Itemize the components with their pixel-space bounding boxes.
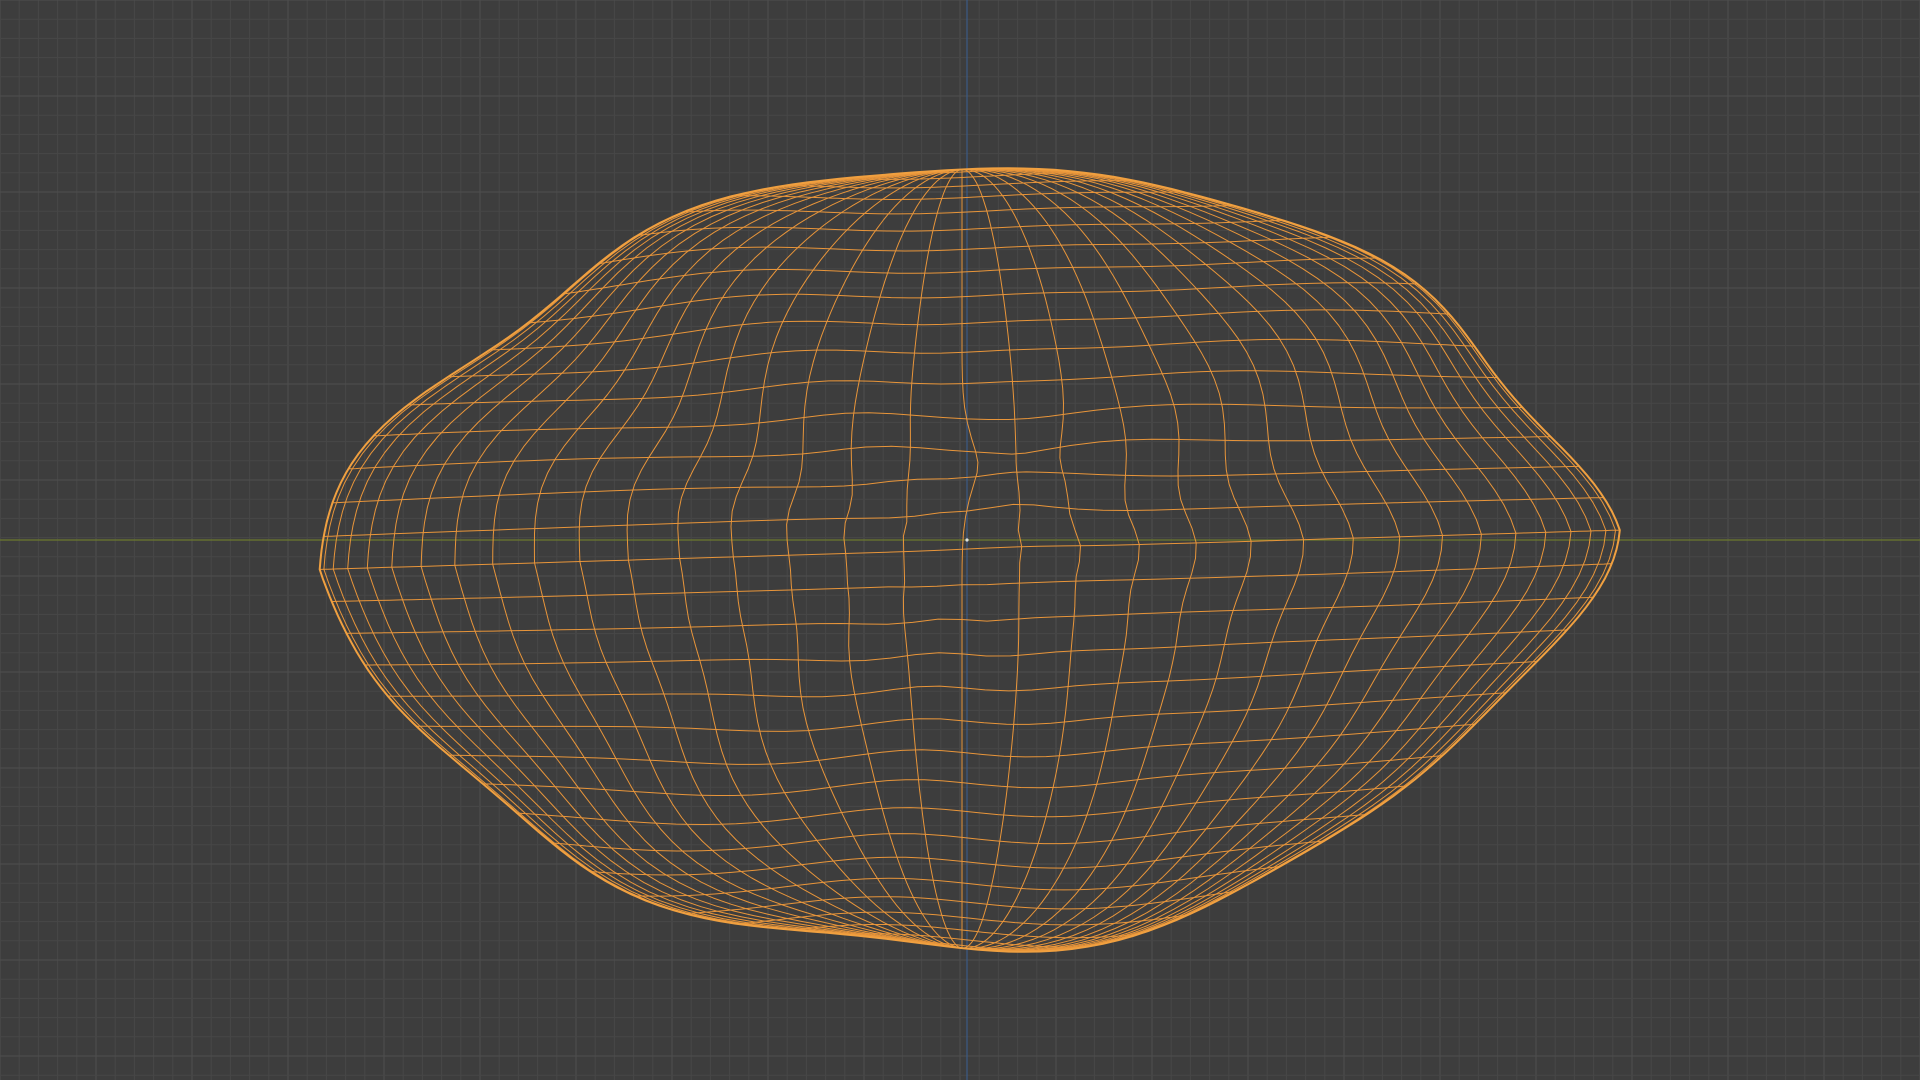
mesh-edge-loop	[961, 168, 1517, 952]
mesh-edge-loop	[682, 205, 1234, 215]
mesh-edge-loop	[902, 169, 963, 949]
mesh-edge-loop	[786, 169, 963, 949]
mesh-edge-loop	[961, 167, 1616, 953]
mesh-edge-loop	[961, 168, 1252, 950]
mesh-edge-loop	[533, 169, 963, 949]
mesh-edge-loop	[527, 282, 1418, 324]
mesh-edge-loop	[454, 169, 963, 949]
mesh-edge-loop	[551, 814, 1367, 852]
mesh-edge-loop	[407, 370, 1498, 406]
mesh-edge-loop	[364, 629, 1568, 666]
mesh-edge-loop	[319, 169, 963, 949]
mesh-edge-loop	[319, 529, 1620, 570]
mesh-edge-loop	[961, 167, 1621, 953]
3d-viewport[interactable]	[0, 0, 1920, 1080]
mesh-edge-loop	[448, 338, 1475, 378]
mesh-edge-loop	[332, 465, 1580, 504]
object-origin-dot	[965, 538, 969, 542]
mesh-edge-loop	[961, 169, 1023, 949]
mesh-edge-loop	[961, 168, 1482, 952]
mesh-edge-loop	[331, 563, 1612, 602]
mesh-edge-loop	[562, 257, 1379, 295]
mesh-edge-loop	[346, 596, 1594, 634]
mesh-edge-loop	[373, 403, 1523, 437]
mesh-edge-loop	[332, 169, 963, 949]
mesh-edge-loop	[961, 168, 1401, 951]
mesh-selection-outline	[318, 167, 1621, 953]
mesh-edge-loop	[416, 692, 1506, 732]
viewport-canvas[interactable]	[0, 0, 1920, 1080]
mesh-edge-loop	[961, 169, 1140, 949]
mesh-edge-loop	[961, 168, 1354, 951]
mesh-edge-loop	[677, 169, 963, 949]
mesh-edge-loop	[634, 866, 1281, 897]
mesh-edge-loop	[597, 236, 1332, 265]
mesh-edge-loop	[482, 755, 1443, 796]
mesh-edge-loop	[961, 169, 1081, 949]
mesh-edge-loop	[843, 169, 963, 949]
mesh-edge-loop	[961, 169, 979, 949]
mesh-edge-loop	[323, 169, 963, 949]
deformed-sphere-mesh[interactable]	[318, 167, 1621, 953]
